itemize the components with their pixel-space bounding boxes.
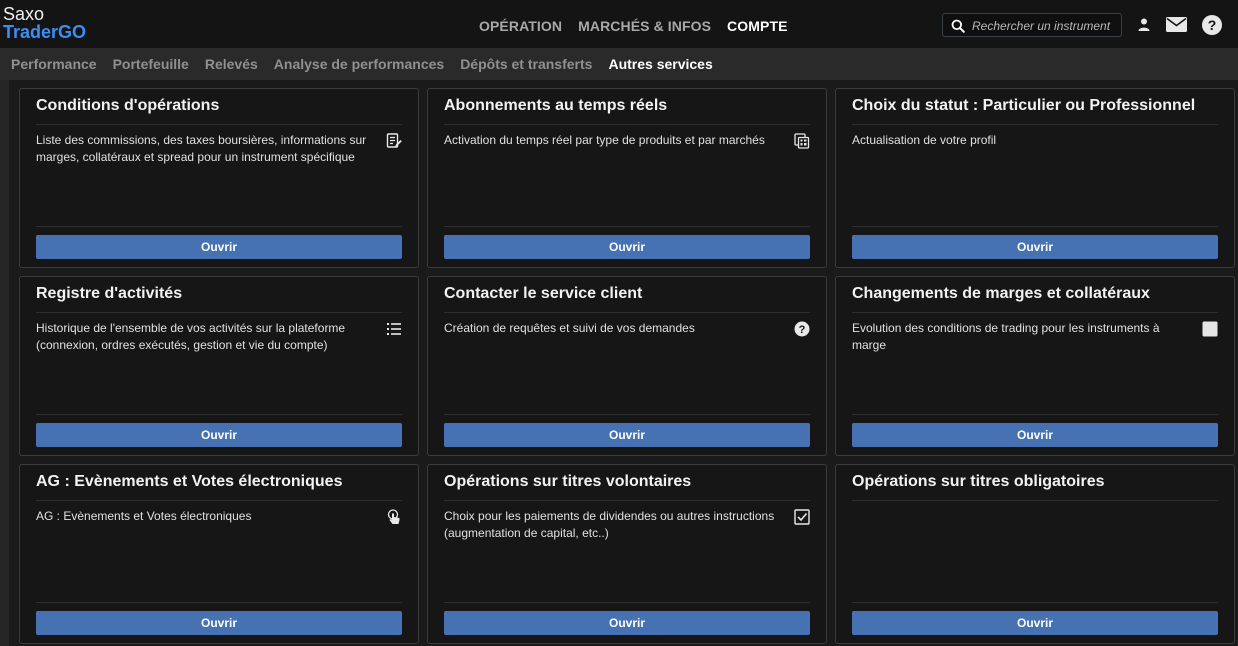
- card-title: Abonnements au temps réels: [444, 97, 668, 114]
- card-contacter-service-client: Contacter le service client Création de …: [427, 276, 827, 456]
- card-title: Choix du statut : Particulier ou Profess…: [852, 97, 1196, 114]
- help-circle-icon: ?: [794, 321, 810, 337]
- tab-performance[interactable]: Performance: [11, 56, 97, 72]
- card-description: AG : Evènements et Votes électroniques: [36, 509, 252, 523]
- main-nav-marches-infos[interactable]: MARCHÉS & INFOS: [578, 18, 711, 34]
- divider: [852, 414, 1218, 415]
- card-title: Registre d'activités: [36, 285, 183, 302]
- card-description: Evolution des conditions de trading pour…: [852, 321, 1160, 352]
- logo-line-1: Saxo: [3, 4, 45, 24]
- tab-depots-transferts[interactable]: Dépôts et transferts: [460, 56, 592, 72]
- open-button[interactable]: Ouvrir: [36, 235, 402, 259]
- logo-line-2: TraderGO: [3, 22, 87, 42]
- tab-portefeuille[interactable]: Portefeuille: [113, 56, 189, 72]
- main-nav-compte[interactable]: COMPTE: [727, 18, 788, 34]
- blank-square-icon: [1202, 321, 1218, 337]
- mail-icon[interactable]: [1166, 17, 1187, 32]
- search-input[interactable]: [972, 17, 1112, 34]
- divider: [444, 500, 810, 501]
- open-button[interactable]: Ouvrir: [36, 423, 402, 447]
- svg-text:?: ?: [799, 324, 806, 336]
- open-button[interactable]: Ouvrir: [444, 235, 810, 259]
- card-conditions-operations: Conditions d'opérations Liste des commis…: [19, 88, 419, 268]
- divider: [852, 226, 1218, 227]
- card-registre-activites: Registre d'activités Historique de l'ens…: [19, 276, 419, 456]
- card-title: Conditions d'opérations: [36, 97, 220, 114]
- card-abonnements-temps-reels: Abonnements au temps réels Activation du…: [427, 88, 827, 268]
- divider: [36, 500, 402, 501]
- card-operations-titres-obligatoires: Opérations sur titres obligatoires Ouvri…: [835, 464, 1235, 644]
- card-title: Contacter le service client: [444, 285, 643, 302]
- edit-list-icon: [386, 133, 402, 148]
- touch-vote-icon: [387, 509, 400, 524]
- checkbox-checked-icon: [794, 509, 810, 525]
- card-choix-statut: Choix du statut : Particulier ou Profess…: [835, 88, 1235, 268]
- divider: [852, 500, 1218, 501]
- subscription-icon: [794, 133, 810, 149]
- card-description: Choix pour les paiements de dividendes o…: [444, 509, 775, 540]
- top-bar: Saxo TraderGO OPÉRATION MARCHÉS & INFOS …: [0, 0, 1238, 48]
- card-title: Changements de marges et collatéraux: [852, 285, 1150, 302]
- card-description: Liste des commissions, des taxes boursiè…: [36, 133, 367, 164]
- open-button[interactable]: Ouvrir: [852, 611, 1218, 635]
- open-button[interactable]: Ouvrir: [852, 423, 1218, 447]
- saxo-tradergo-logo[interactable]: Saxo TraderGO: [3, 5, 86, 41]
- tab-autres-services[interactable]: Autres services: [608, 56, 712, 72]
- card-title: Opérations sur titres obligatoires: [852, 473, 1105, 490]
- divider: [444, 602, 810, 603]
- card-ag-evenements-votes: AG : Evènements et Votes électroniques A…: [19, 464, 419, 644]
- left-panel-edge: [0, 80, 9, 646]
- main-nav-operation[interactable]: OPÉRATION: [479, 18, 562, 34]
- open-button[interactable]: Ouvrir: [852, 235, 1218, 259]
- open-button[interactable]: Ouvrir: [444, 611, 810, 635]
- card-operations-titres-volontaires: Opérations sur titres volontaires Choix …: [427, 464, 827, 644]
- open-button[interactable]: Ouvrir: [444, 423, 810, 447]
- divider: [36, 312, 402, 313]
- services-grid: Conditions d'opérations Liste des commis…: [19, 88, 1235, 646]
- tab-analyse-performances[interactable]: Analyse de performances: [274, 56, 444, 72]
- card-description: Activation du temps réel par type de pro…: [444, 133, 765, 147]
- sub-nav: Performance Portefeuille Relevés Analyse…: [0, 48, 1238, 80]
- divider: [852, 602, 1218, 603]
- svg-text:?: ?: [1208, 17, 1217, 33]
- card-description: Création de requêtes et suivi de vos dem…: [444, 321, 695, 335]
- divider: [444, 312, 810, 313]
- card-title: Opérations sur titres volontaires: [444, 473, 692, 490]
- help-icon[interactable]: ?: [1202, 15, 1222, 35]
- divider: [36, 414, 402, 415]
- divider: [444, 124, 810, 125]
- search-icon: [951, 19, 965, 33]
- open-button[interactable]: Ouvrir: [36, 611, 402, 635]
- list-icon: [387, 323, 401, 335]
- card-title: AG : Evènements et Votes électroniques: [36, 473, 343, 490]
- divider: [444, 414, 810, 415]
- main-nav: OPÉRATION MARCHÉS & INFOS COMPTE: [479, 18, 788, 34]
- user-icon[interactable]: [1138, 18, 1150, 31]
- tab-releves[interactable]: Relevés: [205, 56, 258, 72]
- search-box[interactable]: [942, 13, 1122, 37]
- card-description: Actualisation de votre profil: [852, 133, 997, 147]
- divider: [444, 226, 810, 227]
- divider: [852, 124, 1218, 125]
- divider: [36, 124, 402, 125]
- divider: [36, 602, 402, 603]
- divider: [852, 312, 1218, 313]
- card-description: Historique de l'ensemble de vos activité…: [36, 321, 346, 352]
- divider: [36, 226, 402, 227]
- card-changements-marges: Changements de marges et collatéraux Evo…: [835, 276, 1235, 456]
